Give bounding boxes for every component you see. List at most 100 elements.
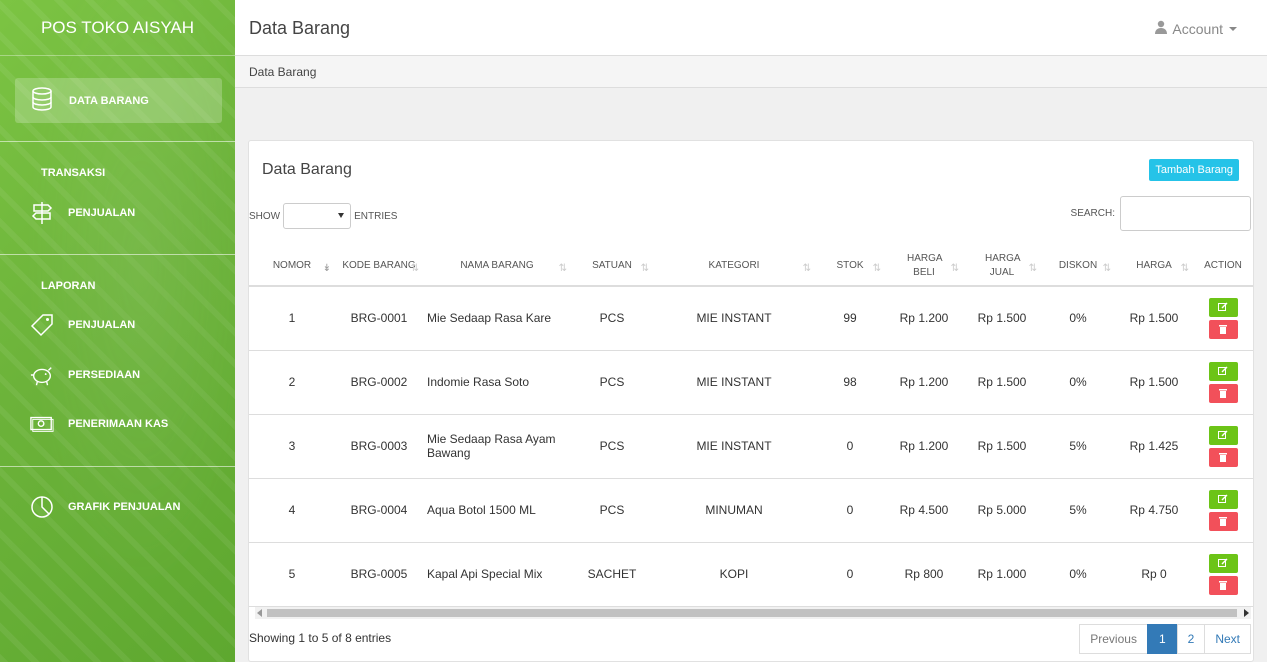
table-row: 1 BRG-0001 Mie Sedaap Rasa Kare PCS MIE INST… bbox=[249, 286, 1253, 351]
action-buttons bbox=[1197, 425, 1249, 467]
sidebar-item-data-barang[interactable]: DATA BARANG bbox=[15, 78, 222, 123]
table-cell: 0% bbox=[1041, 542, 1115, 607]
edit-button[interactable] bbox=[1208, 553, 1238, 573]
sidebar-item-laporan-penjualan[interactable]: PENJUALAN bbox=[30, 313, 135, 337]
action-cell bbox=[1193, 350, 1253, 415]
pagination: Previous 1 2 Next bbox=[1079, 624, 1251, 654]
table-cell: 5% bbox=[1041, 414, 1115, 479]
top-bar: Data Barang Account bbox=[235, 0, 1267, 56]
brand-title[interactable]: POS TOKO AISYAH bbox=[0, 0, 235, 56]
column-header-label: HARGA bbox=[1136, 259, 1172, 271]
table-cell: 2 bbox=[249, 350, 335, 415]
scroll-left-icon[interactable] bbox=[257, 609, 262, 617]
show-entries: SHOW ENTRIES bbox=[249, 203, 397, 229]
scroll-right-icon[interactable] bbox=[1244, 609, 1249, 617]
table-cell: 0 bbox=[815, 542, 885, 607]
column-header[interactable]: HARGA ⇅ bbox=[1115, 246, 1193, 287]
table-cell: 0 bbox=[815, 478, 885, 543]
data-barang-panel: Data Barang Tambah Barang SHOW ENTRIES S… bbox=[248, 140, 1254, 662]
delete-button[interactable] bbox=[1208, 575, 1238, 595]
column-header[interactable]: KATEGORI ⇅ bbox=[653, 246, 815, 287]
pagination-page-2[interactable]: 2 bbox=[1176, 624, 1206, 654]
pie-chart-icon bbox=[30, 495, 54, 519]
sidebar: POS TOKO AISYAH DATA BARANG TRANSAKSI PE… bbox=[0, 0, 235, 662]
column-header[interactable]: SATUAN ⇅ bbox=[571, 246, 653, 287]
table-cell: Aqua Botol 1500 ML bbox=[423, 478, 571, 543]
sort-icon: ⇅ bbox=[1102, 263, 1111, 274]
sidebar-section-master: DATA BARANG bbox=[0, 56, 235, 142]
horizontal-scrollbar[interactable] bbox=[255, 607, 1251, 619]
table-cell: BRG-0005 bbox=[335, 542, 423, 607]
delete-button[interactable] bbox=[1208, 447, 1238, 467]
edit-button[interactable] bbox=[1208, 489, 1238, 509]
column-header[interactable]: DISKON ⇅ bbox=[1041, 246, 1115, 287]
table-cell: PCS bbox=[571, 478, 653, 543]
sidebar-item-penerimaan-kas[interactable]: PENERIMAAN KAS bbox=[30, 412, 168, 436]
account-label: Account bbox=[1172, 20, 1223, 37]
column-header[interactable]: KODE BARANG ⇅ bbox=[335, 246, 423, 287]
search-input[interactable] bbox=[1120, 196, 1251, 231]
column-header-label: KATEGORI bbox=[708, 259, 760, 271]
table-cell: BRG-0003 bbox=[335, 414, 423, 479]
table-cell: 5 bbox=[249, 542, 335, 607]
account-menu[interactable]: Account bbox=[1155, 20, 1237, 37]
edit-icon bbox=[1218, 366, 1228, 375]
sidebar-item-grafik-penjualan[interactable]: GRAFIK PENJUALAN bbox=[30, 495, 180, 519]
scrollbar-thumb[interactable] bbox=[267, 609, 1237, 617]
table-cell: Mie Sedaap Rasa Ayam Bawang bbox=[423, 414, 571, 479]
table-cell: BRG-0001 bbox=[335, 286, 423, 351]
table-cell: Rp 1.000 bbox=[963, 542, 1041, 607]
pagination-previous[interactable]: Previous bbox=[1079, 624, 1148, 654]
delete-button[interactable] bbox=[1208, 511, 1238, 531]
table-cell: Rp 4.500 bbox=[885, 478, 963, 543]
section-heading-laporan: LAPORAN bbox=[41, 280, 96, 292]
edit-button[interactable] bbox=[1208, 425, 1238, 445]
table-cell: Mie Sedaap Rasa Kare bbox=[423, 286, 571, 351]
table-cell: 4 bbox=[249, 478, 335, 543]
table-cell: Kapal Api Special Mix bbox=[423, 542, 571, 607]
table-cell: Rp 1.500 bbox=[1115, 286, 1193, 351]
tambah-barang-button[interactable]: Tambah Barang bbox=[1149, 159, 1239, 181]
database-icon bbox=[31, 87, 53, 114]
delete-button[interactable] bbox=[1208, 383, 1238, 403]
entries-label: ENTRIES bbox=[354, 210, 398, 222]
show-label: SHOW bbox=[249, 210, 281, 222]
column-header-label: NAMA BARANG bbox=[460, 259, 534, 271]
pagination-page-1[interactable]: 1 bbox=[1146, 624, 1178, 654]
sidebar-item-label: DATA BARANG bbox=[69, 94, 149, 107]
sort-icon: ↡ bbox=[322, 263, 331, 274]
table-cell: SACHET bbox=[571, 542, 653, 607]
pagination-next[interactable]: Next bbox=[1204, 624, 1251, 654]
table-cell: 3 bbox=[249, 414, 335, 479]
table-cell: 1 bbox=[249, 286, 335, 351]
sidebar-section-grafik: GRAFIK PENJUALAN bbox=[0, 467, 235, 567]
column-header[interactable]: STOK ⇅ bbox=[815, 246, 885, 287]
edit-button[interactable] bbox=[1208, 297, 1238, 317]
edit-icon bbox=[1218, 494, 1228, 503]
table-row: 3 BRG-0003 Mie Sedaap Rasa Ayam Bawang PCS M… bbox=[249, 414, 1253, 479]
table-row: 5 BRG-0005 Kapal Api Special Mix SACHET KOPI… bbox=[249, 542, 1253, 607]
table-cell: 0% bbox=[1041, 286, 1115, 351]
column-header[interactable]: HARGA BELI ⇅ bbox=[885, 246, 963, 287]
trash-icon bbox=[1219, 581, 1227, 590]
table-cell: MIE INSTANT bbox=[653, 350, 815, 415]
table-cell: BRG-0002 bbox=[335, 350, 423, 415]
table-cell: Rp 800 bbox=[885, 542, 963, 607]
table-cell: 0 bbox=[815, 414, 885, 479]
delete-button[interactable] bbox=[1208, 319, 1238, 339]
sidebar-item-persediaan[interactable]: PERSEDIAAN bbox=[30, 363, 140, 387]
column-header[interactable]: NOMOR ↡ bbox=[249, 246, 335, 287]
edit-button[interactable] bbox=[1208, 361, 1238, 381]
column-header[interactable]: HARGA JUAL ⇅ bbox=[963, 246, 1041, 287]
page-title: Data Barang bbox=[249, 18, 351, 38]
breadcrumb: Data Barang bbox=[235, 56, 1267, 88]
column-header[interactable]: NAMA BARANG ⇅ bbox=[423, 246, 571, 287]
table-cell: Rp 5.000 bbox=[963, 478, 1041, 543]
column-header-label: NOMOR bbox=[272, 259, 312, 271]
table-cell: MINUMAN bbox=[653, 478, 815, 543]
table-cell: Rp 1.500 bbox=[963, 414, 1041, 479]
entries-select[interactable] bbox=[283, 203, 352, 229]
table-cell: 0% bbox=[1041, 350, 1115, 415]
sidebar-item-penjualan[interactable]: PENJUALAN bbox=[30, 201, 135, 225]
column-header: ACTION bbox=[1193, 246, 1253, 287]
